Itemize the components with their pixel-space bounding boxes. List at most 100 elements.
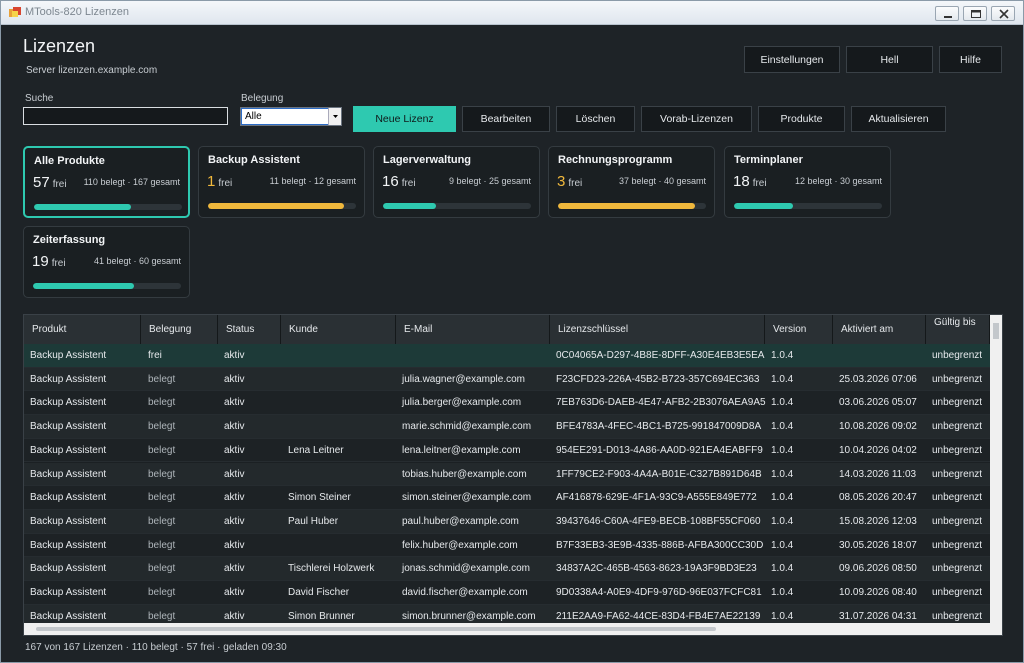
col-belegung-header[interactable]: Belegung [141,315,218,344]
col-gueltig-cell: unbegrenzt [932,350,983,361]
maximize-icon [971,10,981,18]
col-status-cell: aktiv [224,350,245,361]
search-input[interactable] [23,107,228,125]
col-gueltig-cell: unbegrenzt [932,444,983,456]
table-row[interactable]: Backup Assistent belegt aktiv julia.wagner@… [24,367,990,392]
table-row[interactable]: Backup Assistent belegt aktiv felix.huber@e… [24,533,990,558]
col-belegung-cell: belegt [148,397,176,409]
col-status-header[interactable]: Status [218,315,281,344]
table-row[interactable]: Backup Assistent frei aktiv 0C04065A-D297-4… [24,344,990,368]
theme-button[interactable]: Hell [846,46,933,73]
new-license-button[interactable]: Neue Lizenz [353,106,456,132]
col-kunde-cell: David Fischer [288,587,350,598]
card-title: Terminplaner [734,154,803,166]
col-email-cell: tobias.huber@example.com [402,468,527,480]
product-card[interactable]: Terminplaner 18 frei 12 belegt · 30 gesamt [724,146,891,218]
products-button[interactable]: Produkte [758,106,845,132]
card-free-label: frei [401,178,416,189]
card-title: Lagerverwaltung [383,154,472,166]
col-status-cell: aktiv [224,539,245,551]
col-kunde-cell: Simon Steiner [288,492,351,504]
product-card[interactable]: Rechnungsprogramm 3 frei 37 belegt · 40 ges… [548,146,715,218]
col-status-cell: aktiv [224,373,245,385]
scroll-thumb[interactable] [993,323,999,339]
table-row[interactable]: Backup Assistent belegt aktiv tobias.huber@… [24,462,990,487]
col-lizenzschluessel-cell: 0C04065A-D297-4B8E-8DFF-A30E4EB3E5EA [556,350,765,361]
col-lizenzschluessel-header[interactable]: Lizenzschlüssel [550,315,765,344]
card-stats: 110 belegt · 167 gesamt [83,177,180,187]
card-stats: 41 belegt · 60 gesamt [93,256,181,266]
col-produkt-header[interactable]: Produkt [24,315,141,344]
table-row[interactable]: Backup Assistent belegt aktiv marie.schmid@… [24,415,990,439]
card-free-label: frei [752,178,767,189]
col-gueltig-cell: unbegrenzt [932,421,983,433]
col-version-cell: 1.0.4 [771,587,794,598]
col-version-cell: 1.0.4 [771,515,794,527]
col-aktiviert-cell: 10.09.2026 08:40 [839,587,917,598]
col-belegung-cell: belegt [148,421,176,433]
col-produkt-cell: Backup Assistent [30,421,107,433]
close-icon [999,9,1009,19]
col-aktiviert-cell: 09.06.2026 08:50 [839,563,917,575]
col-email-cell: jonas.schmid@example.com [402,563,530,575]
col-gueltig-header[interactable]: Gültig bis [926,315,990,344]
product-card[interactable]: Zeiterfassung 19 frei 41 belegt · 60 gesamt [23,226,190,298]
table-row[interactable]: Backup Assistent belegt aktiv Paul Huber pau… [24,509,990,534]
col-version-header[interactable]: Version [765,315,833,344]
main-area: Lizenzen Server lizenzen.example.com Ein… [1,25,1023,662]
product-card[interactable]: Alle Produkte 57 frei 110 belegt · 167 gesa… [23,146,190,218]
title-bar: MTools-820 Lizenzen [1,1,1023,25]
server-label: Server lizenzen.example.com [26,65,158,76]
col-lizenzschluessel-cell: 7EB763D6-DAEB-4E47-AFB2-2B3076AEA9A5 [556,397,766,409]
usage-bar [208,203,356,209]
usage-bar-fill [734,203,794,209]
col-produkt-cell: Backup Assistent [30,539,107,551]
prelicenses-button[interactable]: Vorab-Lizenzen [641,106,752,132]
col-lizenzschluessel-cell: F23CFD23-226A-45B2-B723-357C694EC363 [556,373,760,385]
table-row[interactable]: Backup Assistent belegt aktiv Tischlerei Ho… [24,557,990,581]
close-button[interactable] [991,6,1015,21]
col-aktiviert-header[interactable]: Aktiviert am [833,315,926,344]
vertical-scrollbar[interactable] [990,315,1002,623]
col-aktiviert-cell: 25.03.2026 07:06 [839,373,917,385]
col-lizenzschluessel-cell: 954EE291-D013-4A86-AA0D-921EA4EABFF9 [556,444,763,456]
col-produkt-cell: Backup Assistent [30,350,107,361]
product-card[interactable]: Lagerverwaltung 16 frei 9 belegt · 25 gesam… [373,146,540,218]
col-lizenzschluessel-cell: B7F33EB3-3E9B-4335-886B-AFBA300CC30D [556,539,764,551]
col-status-cell: aktiv [224,610,245,622]
col-kunde-cell: Simon Brunner [288,610,355,622]
delete-button[interactable]: Löschen [556,106,635,132]
col-status-cell: aktiv [224,468,245,480]
col-belegung-cell: belegt [148,492,176,504]
settings-button[interactable]: Einstellungen [744,46,840,73]
refresh-button[interactable]: Aktualisieren [851,106,946,132]
col-gueltig-cell: unbegrenzt [932,373,983,385]
table-row[interactable]: Backup Assistent belegt aktiv Simon Steiner… [24,486,990,510]
chevron-down-icon[interactable] [328,108,341,125]
col-version-cell: 1.0.4 [771,468,794,480]
table-row[interactable]: Backup Assistent belegt aktiv David Fischer… [24,581,990,605]
col-version-cell: 1.0.4 [771,610,794,622]
card-free-label: frei [218,178,233,189]
minimize-button[interactable] [935,6,959,21]
usage-bar-fill [34,204,132,210]
scroll-thumb[interactable] [36,627,716,631]
col-version-cell: 1.0.4 [771,373,794,385]
usage-bar [34,204,182,210]
col-email-header[interactable]: E-Mail [396,315,550,344]
horizontal-scrollbar[interactable] [24,623,1002,635]
col-version-cell: 1.0.4 [771,397,794,409]
product-card[interactable]: Backup Assistent 1 frei 11 belegt · 12 gesa… [198,146,365,218]
col-belegung-cell: belegt [148,468,176,480]
belegung-select[interactable]: Alle [240,107,342,126]
col-email-cell: simon.steiner@example.com [402,492,532,504]
help-button[interactable]: Hilfe [939,46,1002,73]
table-row[interactable]: Backup Assistent belegt aktiv Lena Leitner l… [24,438,990,463]
col-lizenzschluessel-cell: AF416878-629E-4F1A-93C9-A555E849E772 [556,492,757,504]
maximize-button[interactable] [963,6,987,21]
col-kunde-header[interactable]: Kunde [281,315,396,344]
col-status-cell: aktiv [224,421,245,433]
usage-bar-fill [383,203,437,209]
edit-button[interactable]: Bearbeiten [462,106,550,132]
table-row[interactable]: Backup Assistent belegt aktiv julia.berger@… [24,391,990,416]
